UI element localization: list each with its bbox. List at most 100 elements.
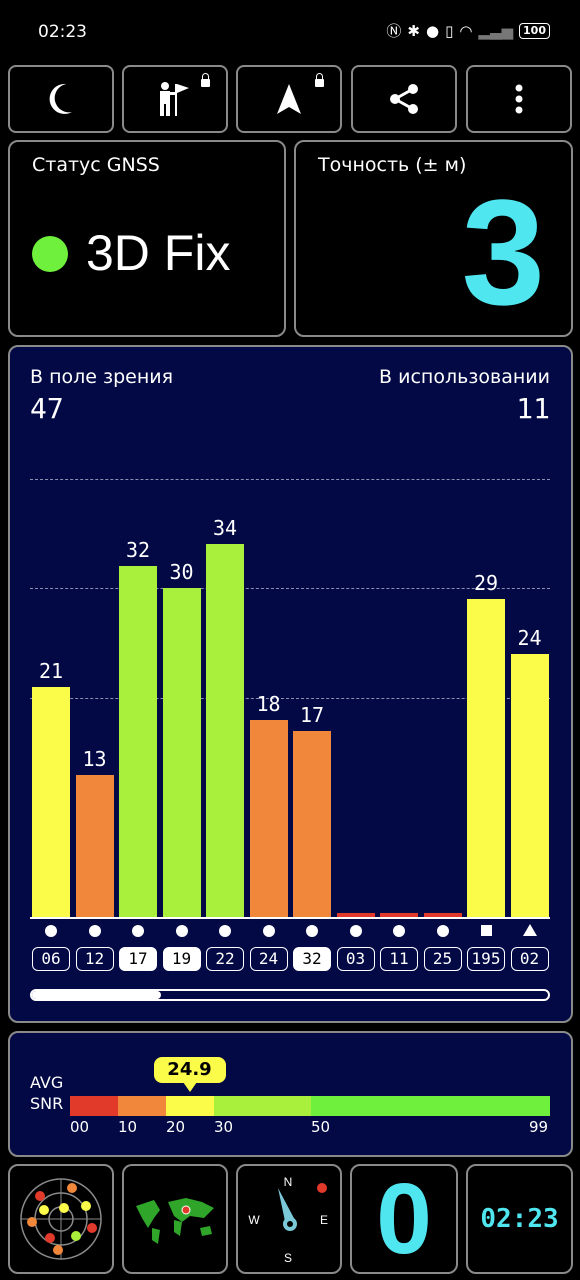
chart-baseline bbox=[30, 917, 550, 919]
scrollbar-thumb[interactable] bbox=[32, 991, 161, 999]
vibrate-icon: ▯ bbox=[445, 21, 454, 40]
bar-value-label: 17 bbox=[299, 702, 325, 727]
snr-tick-label: 10 bbox=[118, 1118, 138, 1136]
person-flag-button[interactable] bbox=[122, 65, 228, 133]
night-mode-icon bbox=[49, 83, 72, 114]
snr-tick-label: 99 bbox=[529, 1118, 549, 1136]
accuracy-label: Точность (± м) bbox=[318, 154, 467, 176]
satellite-scrollbar[interactable] bbox=[30, 989, 550, 1001]
snr-bar bbox=[162, 588, 201, 917]
share-icon bbox=[390, 84, 418, 114]
signal-icon: ▂▃▅ bbox=[478, 21, 514, 40]
satellite-prn-label[interactable]: 12 bbox=[75, 947, 114, 971]
constellation-circle-icon bbox=[175, 925, 188, 937]
avg-label: AVG bbox=[30, 1073, 64, 1092]
in-use-label: В использовании bbox=[379, 366, 550, 388]
snr-bar bbox=[336, 913, 375, 917]
gnss-status-label: Статус GNSS bbox=[32, 154, 160, 176]
snr-scale-segment bbox=[214, 1096, 311, 1116]
constellation-circle-icon bbox=[349, 925, 362, 937]
bluetooth-icon: ✱ bbox=[407, 21, 420, 40]
in-use-value: 11 bbox=[516, 392, 550, 425]
constellation-square-icon bbox=[481, 925, 492, 936]
constellation-circle-icon bbox=[393, 925, 405, 937]
satellite-prn-label[interactable]: 17 bbox=[119, 947, 157, 971]
satellite-prn-label[interactable]: 195 bbox=[467, 947, 505, 971]
chart-gridline bbox=[30, 478, 550, 480]
satellite-prn-label[interactable]: 24 bbox=[249, 947, 288, 971]
bar-value-label: 34 bbox=[212, 516, 238, 541]
status-time: 02:23 bbox=[38, 22, 87, 42]
compass-w: W bbox=[248, 1213, 260, 1227]
fix-indicator-icon bbox=[32, 236, 68, 272]
snr-scale-segment bbox=[166, 1096, 214, 1116]
compass-icon: N E S W bbox=[248, 1175, 328, 1265]
accuracy-card[interactable]: Точность (± м) 3 bbox=[294, 140, 573, 337]
constellation-circle-icon bbox=[436, 925, 449, 937]
satellite-prn-label[interactable]: 03 bbox=[336, 947, 375, 971]
sky-plot-icon bbox=[20, 1178, 102, 1260]
satellite-prn-label[interactable]: 19 bbox=[162, 947, 201, 971]
avg-snr-pointer bbox=[182, 1082, 197, 1092]
constellation-circle-icon bbox=[262, 925, 275, 937]
satellite-prn-label[interactable]: 02 bbox=[510, 947, 549, 971]
more-button[interactable] bbox=[466, 65, 572, 133]
accuracy-value: 3 bbox=[461, 168, 545, 336]
in-view-value: 47 bbox=[30, 392, 64, 425]
bar-value-label: 21 bbox=[38, 658, 64, 683]
satellite-prn-label[interactable]: 22 bbox=[206, 947, 244, 971]
snr-bar bbox=[249, 719, 288, 917]
status-bar: 02:23 Ⓝ ✱ ● ▯ ◠ ▂▃▅ 100 bbox=[0, 0, 580, 60]
constellation-circle-icon bbox=[132, 925, 144, 937]
bar-value-label: 18 bbox=[256, 691, 281, 716]
navigation-arrow-icon bbox=[277, 84, 301, 114]
bar-value-label: 30 bbox=[169, 560, 194, 585]
constellation-triangle-icon bbox=[522, 924, 537, 936]
snr-tick-label: 00 bbox=[70, 1118, 90, 1136]
snr-bar bbox=[423, 913, 462, 917]
snr-bar bbox=[467, 599, 505, 917]
snr-bar bbox=[75, 774, 114, 917]
snr-bar bbox=[380, 913, 418, 917]
satellite-prn-label[interactable]: 11 bbox=[380, 947, 418, 971]
snr-tick-label: 30 bbox=[214, 1118, 234, 1136]
person-flag-icon bbox=[160, 82, 189, 116]
navigation-button[interactable] bbox=[236, 65, 342, 133]
lock-icon bbox=[201, 73, 210, 87]
gnss-status-card[interactable]: Статус GNSS 3D Fix bbox=[8, 140, 286, 337]
avg-snr-card[interactable] bbox=[8, 1031, 573, 1157]
share-button[interactable] bbox=[351, 65, 457, 133]
satellite-prn-label[interactable]: 32 bbox=[293, 947, 331, 971]
lock-icon bbox=[315, 73, 324, 87]
satellite-prn-label[interactable]: 25 bbox=[423, 947, 462, 971]
snr-scale-segment bbox=[118, 1096, 166, 1116]
world-map-button[interactable] bbox=[122, 1164, 228, 1274]
nfc-icon: Ⓝ bbox=[386, 22, 402, 40]
gnss-status-value: 3D Fix bbox=[86, 225, 231, 281]
bar-value-label: 24 bbox=[517, 625, 542, 650]
speed-card[interactable]: 0 bbox=[350, 1164, 458, 1274]
snr-bar bbox=[293, 730, 331, 917]
constellation-circle-icon bbox=[306, 925, 318, 937]
compass-e: E bbox=[320, 1213, 328, 1227]
battery-icon: 100 bbox=[519, 22, 550, 39]
clock-card[interactable]: 02:23 bbox=[466, 1164, 573, 1274]
constellation-circle-icon bbox=[219, 925, 231, 937]
constellation-circle-icon bbox=[88, 925, 101, 937]
bar-value-label: 13 bbox=[82, 746, 107, 771]
constellation-circle-icon bbox=[45, 925, 57, 937]
location-icon: ● bbox=[425, 21, 440, 40]
status-icons: Ⓝ ✱ ● ▯ ◠ ▂▃▅ 100 bbox=[386, 20, 550, 41]
compass-s: S bbox=[284, 1251, 292, 1265]
snr-bar bbox=[510, 653, 549, 917]
snr-scale-segment bbox=[311, 1096, 550, 1116]
more-vert-icon bbox=[515, 84, 523, 114]
night-mode-button[interactable] bbox=[8, 65, 114, 133]
satellite-prn-label[interactable]: 06 bbox=[32, 947, 70, 971]
snr-bar bbox=[32, 686, 70, 917]
compass-button[interactable]: N E S W bbox=[236, 1164, 342, 1274]
sky-plot-button[interactable] bbox=[8, 1164, 114, 1274]
wifi-icon: ◠ bbox=[459, 21, 473, 40]
compass-n: N bbox=[284, 1175, 293, 1189]
avg-snr-label: AVG SNR bbox=[30, 1072, 63, 1114]
